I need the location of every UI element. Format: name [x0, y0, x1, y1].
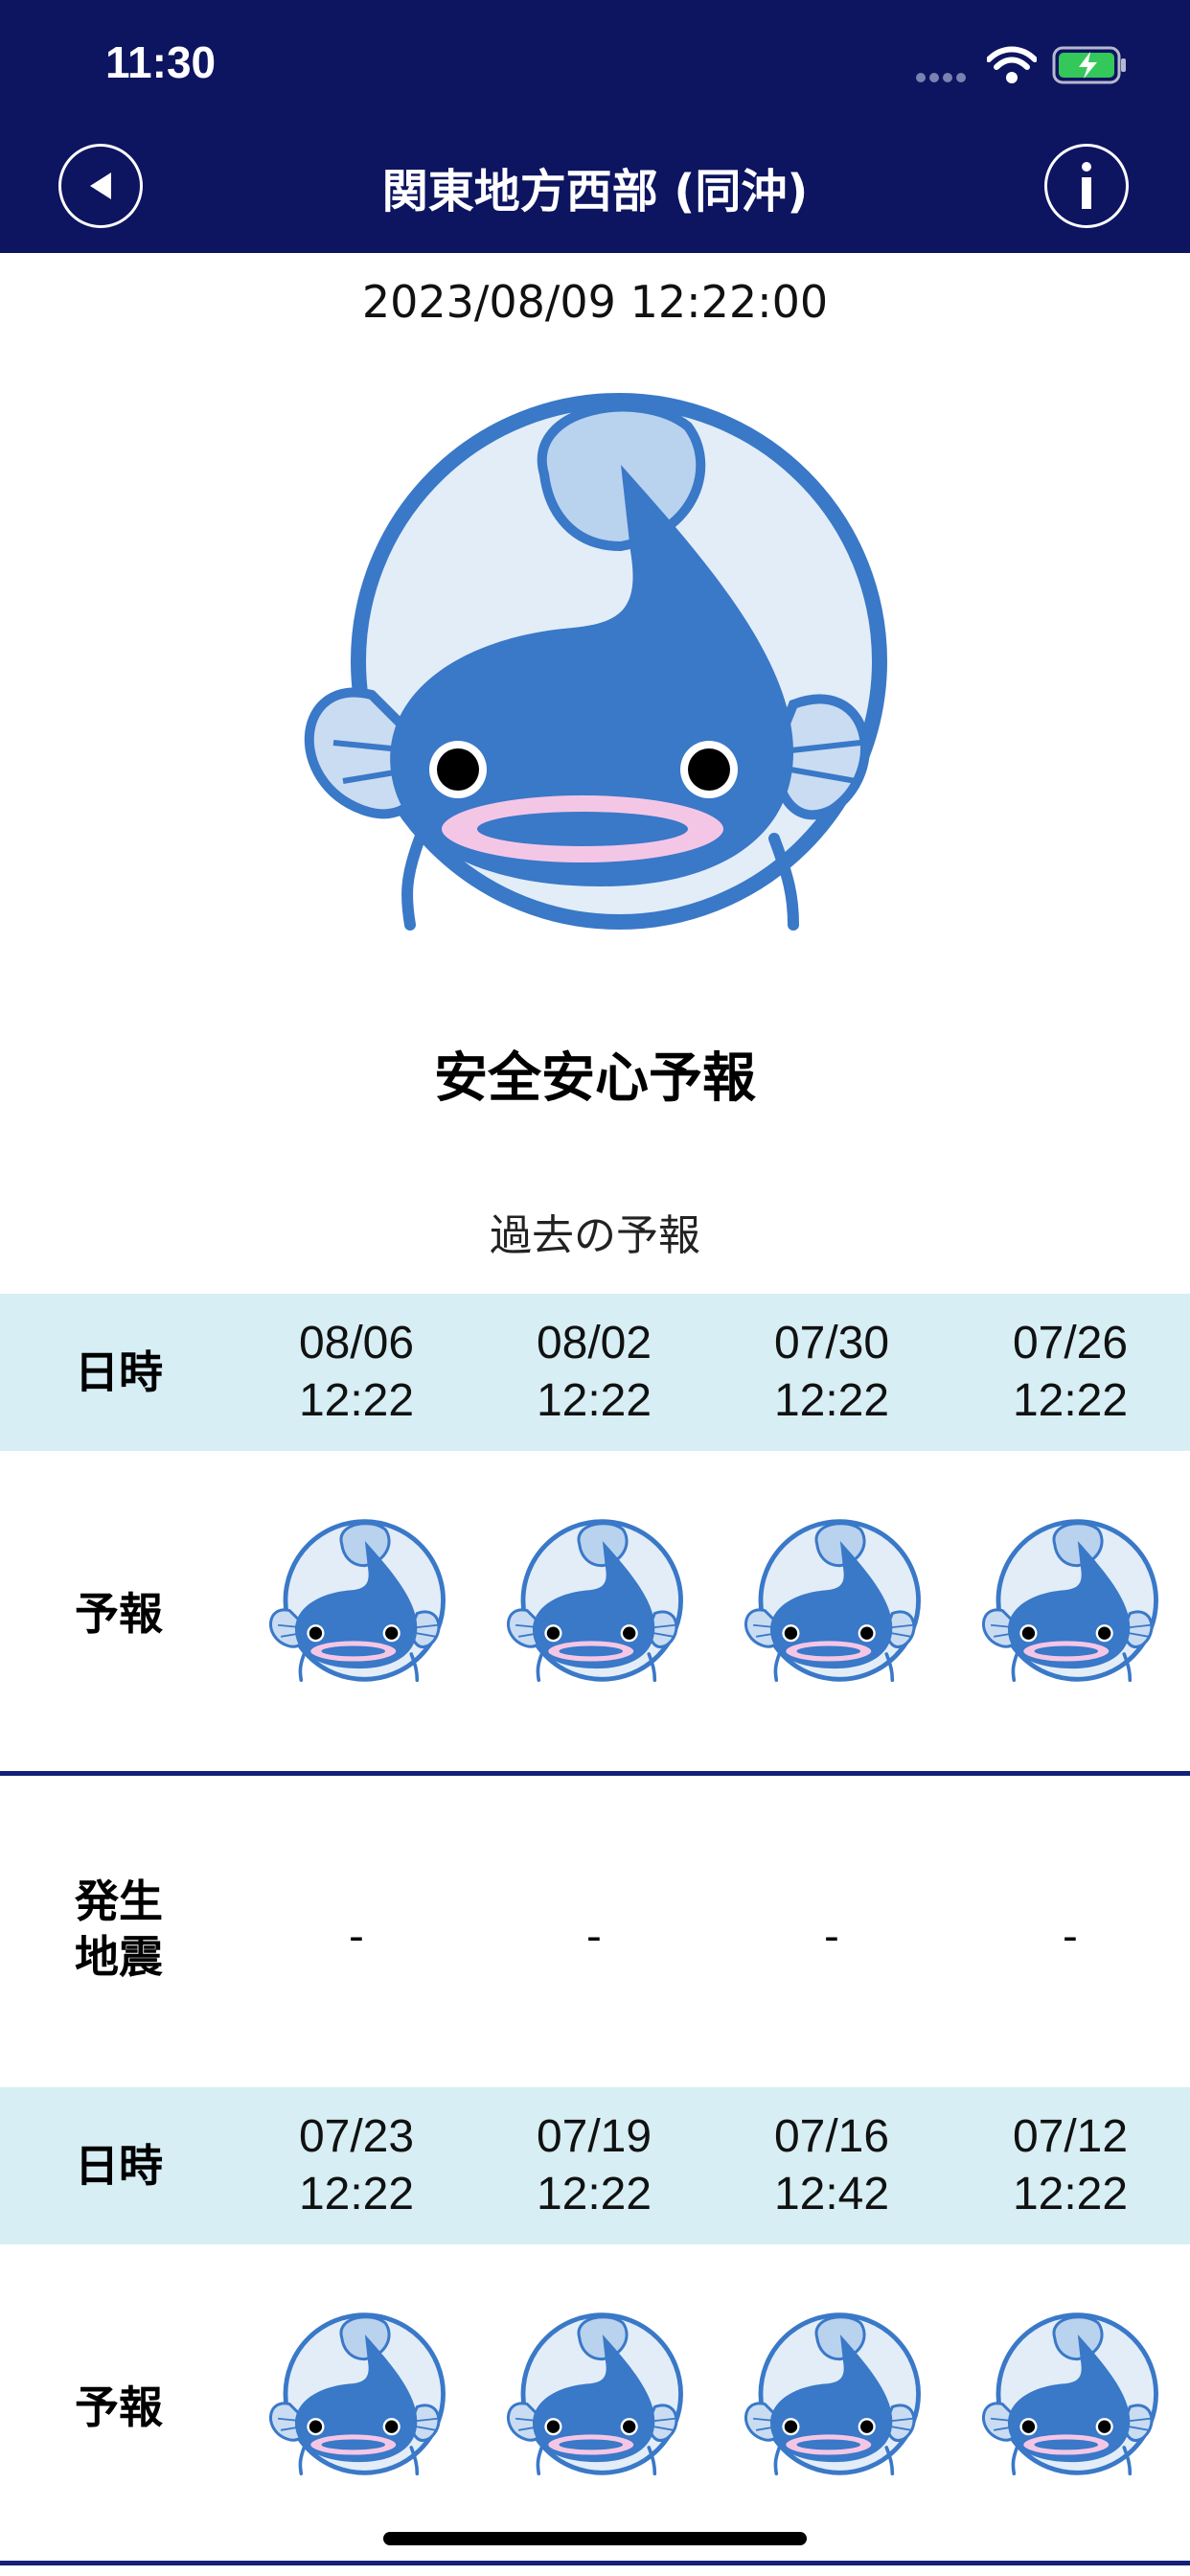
section-divider — [0, 2561, 1190, 2565]
wifi-icon — [987, 46, 1037, 83]
catfish-mascot-icon[interactable] — [504, 2308, 686, 2480]
history-date-cell: 07/23 12:22 — [298, 2111, 415, 2220]
earthquake-cell: - — [824, 1912, 839, 1961]
page-title: 関東地方西部 (同沖) — [381, 165, 809, 218]
catfish-mascot-icon[interactable] — [742, 2308, 924, 2480]
history-date-cell: 07/16 12:42 — [773, 2111, 890, 2220]
earthquake-cell: - — [586, 1912, 602, 1961]
history-date-cell: 08/02 12:22 — [536, 1318, 652, 1426]
history-date-cell: 08/06 12:22 — [298, 1318, 415, 1426]
info-icon — [1082, 162, 1091, 209]
history-date-cell: 07/30 12:22 — [773, 1318, 890, 1426]
datetime-row-label: 日時 — [75, 2140, 163, 2192]
catfish-mascot-icon[interactable] — [504, 1514, 686, 1687]
catfish-mascot-icon[interactable] — [266, 2308, 448, 2480]
history-date-cell: 07/26 12:22 — [1012, 1318, 1129, 1426]
datetime-row-label: 日時 — [75, 1346, 163, 1398]
current-forecast-label: 安全安心予報 — [434, 1047, 756, 1110]
history-date-cell: 07/12 12:22 — [1012, 2111, 1129, 2220]
catfish-mascot-icon[interactable] — [979, 1514, 1161, 1687]
info-button[interactable] — [1044, 144, 1129, 228]
status-time: 11:30 — [105, 37, 217, 87]
catfish-mascot-icon[interactable] — [742, 1514, 924, 1687]
catfish-mascot-icon — [295, 388, 897, 934]
app-header: 11:30 関東地方西部 (同沖) — [0, 0, 1190, 253]
home-indicator[interactable] — [383, 2532, 807, 2545]
forecast-row-label: 予報 — [75, 2381, 163, 2433]
cellular-signal-icon — [916, 73, 966, 82]
earthquake-cell: - — [1063, 1912, 1078, 1961]
section-divider — [0, 1771, 1190, 1776]
earthquake-cell: - — [349, 1912, 364, 1961]
earthquake-row-label: 発生 地震 — [75, 1875, 163, 1983]
forecast-timestamp: 2023/08/09 12:22:00 — [361, 276, 829, 328]
forecast-row-label: 予報 — [75, 1588, 163, 1640]
catfish-mascot-icon[interactable] — [266, 1514, 448, 1687]
battery-charging-icon — [1052, 46, 1126, 84]
past-forecasts-heading: 過去の予報 — [490, 1211, 700, 1260]
catfish-mascot-icon[interactable] — [979, 2308, 1161, 2480]
history-date-cell: 07/19 12:22 — [536, 2111, 652, 2220]
